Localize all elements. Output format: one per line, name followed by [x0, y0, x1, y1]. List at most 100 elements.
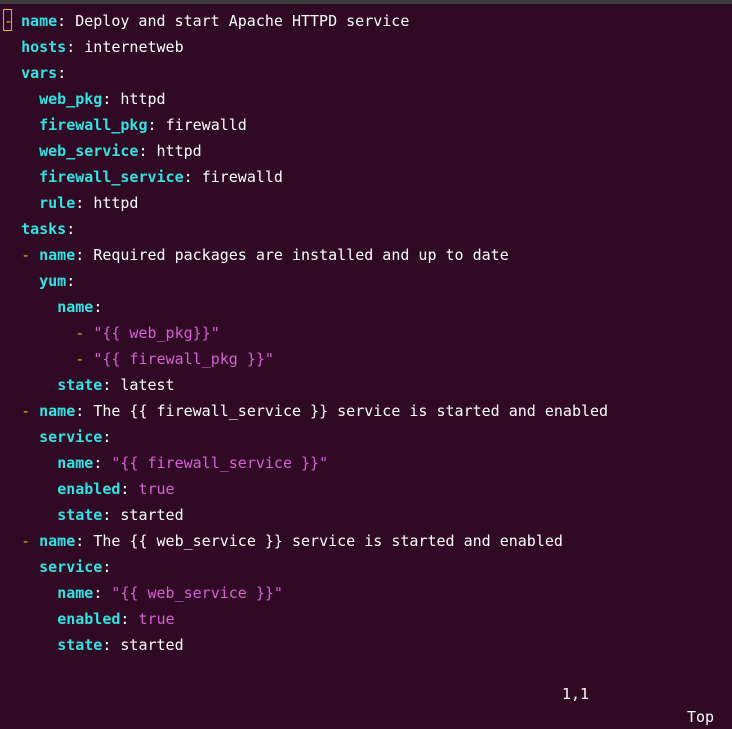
code-line: hosts: internetweb	[3, 34, 732, 60]
code-line: - name: Required packages are installed …	[3, 242, 732, 268]
yaml-value: true	[138, 610, 175, 628]
yaml-key: name	[21, 12, 58, 30]
window-top-border	[0, 0, 732, 4]
scroll-indicator: Top	[687, 708, 715, 726]
yaml-key: name	[39, 246, 76, 264]
code-line: service:	[3, 554, 732, 580]
yaml-key: state	[57, 376, 103, 394]
yaml-key: name	[57, 298, 94, 316]
yaml-key: name	[57, 454, 94, 472]
yaml-value: "{{ web_service }}"	[111, 584, 283, 602]
list-dash: -	[21, 246, 31, 264]
yaml-value: httpd	[156, 142, 202, 160]
yaml-key: web_pkg	[39, 90, 103, 108]
code-line: state: latest	[3, 372, 732, 398]
yaml-key: state	[57, 636, 103, 654]
yaml-key: firewall_service	[39, 168, 184, 186]
code-line: - "{{ web_pkg}}"	[3, 320, 732, 346]
list-dash: -	[75, 324, 85, 342]
code-line: tasks:	[3, 216, 732, 242]
yaml-value: "{{ firewall_pkg }}"	[93, 350, 274, 368]
yaml-key: enabled	[57, 480, 121, 498]
yaml-value: httpd	[93, 194, 139, 212]
yaml-value: latest	[120, 376, 175, 394]
code-line: name: "{{ firewall_service }}"	[3, 450, 732, 476]
yaml-key: rule	[39, 194, 76, 212]
code-line: - name: The {{ web_service }} service is…	[3, 528, 732, 554]
yaml-key: yum	[39, 272, 67, 290]
yaml-value: internetweb	[84, 38, 184, 56]
code-line: - name: The {{ firewall_service }} servi…	[3, 398, 732, 424]
yaml-value: firewalld	[201, 168, 283, 186]
yaml-key: hosts	[21, 38, 67, 56]
code-line: web_pkg: httpd	[3, 86, 732, 112]
list-dash: -	[21, 402, 31, 420]
yaml-key: firewall_pkg	[39, 116, 148, 134]
yaml-value: "{{ firewall_service }}"	[111, 454, 329, 472]
yaml-key: vars	[21, 64, 58, 82]
yaml-value: firewalld	[165, 116, 247, 134]
yaml-value: The {{ firewall_service }} service is st…	[93, 402, 609, 420]
code-line: name:	[3, 294, 732, 320]
code-line: name: "{{ web_service }}"	[3, 580, 732, 606]
yaml-value: started	[120, 636, 184, 654]
cursor-position: 1,1	[562, 685, 590, 703]
yaml-value: Required packages are installed and up t…	[93, 246, 509, 264]
code-line: enabled: true	[3, 476, 732, 502]
code-line: firewall_pkg: firewalld	[3, 112, 732, 138]
code-line: yum:	[3, 268, 732, 294]
code-line: web_service: httpd	[3, 138, 732, 164]
yaml-key: name	[57, 584, 94, 602]
code-line: state: started	[3, 502, 732, 528]
yaml-value: httpd	[120, 90, 166, 108]
yaml-key: enabled	[57, 610, 121, 628]
code-line: firewall_service: firewalld	[3, 164, 732, 190]
vim-editor-buffer[interactable]: - name: Deploy and start Apache HTTPD se…	[3, 8, 732, 658]
list-dash: -	[75, 350, 85, 368]
vim-status-line: 1,1 Top	[0, 660, 732, 726]
yaml-key: service	[39, 558, 103, 576]
left-gutter	[0, 437, 3, 660]
yaml-value: The {{ web_service }} service is started…	[93, 532, 563, 550]
yaml-key: web_service	[39, 142, 139, 160]
yaml-key: state	[57, 506, 103, 524]
yaml-value: Deploy and start Apache HTTPD service	[75, 12, 410, 30]
yaml-value: started	[120, 506, 184, 524]
code-line: - "{{ firewall_pkg }}"	[3, 346, 732, 372]
yaml-key: name	[39, 402, 76, 420]
yaml-key: name	[39, 532, 76, 550]
text-cursor: -	[3, 9, 13, 31]
yaml-key: tasks	[21, 220, 67, 238]
code-line: - name: Deploy and start Apache HTTPD se…	[3, 8, 732, 34]
code-line: state: started	[3, 632, 732, 658]
yaml-value: true	[138, 480, 175, 498]
code-line: vars:	[3, 60, 732, 86]
code-line: service:	[3, 424, 732, 450]
yaml-key: service	[39, 428, 103, 446]
list-dash: -	[21, 532, 31, 550]
